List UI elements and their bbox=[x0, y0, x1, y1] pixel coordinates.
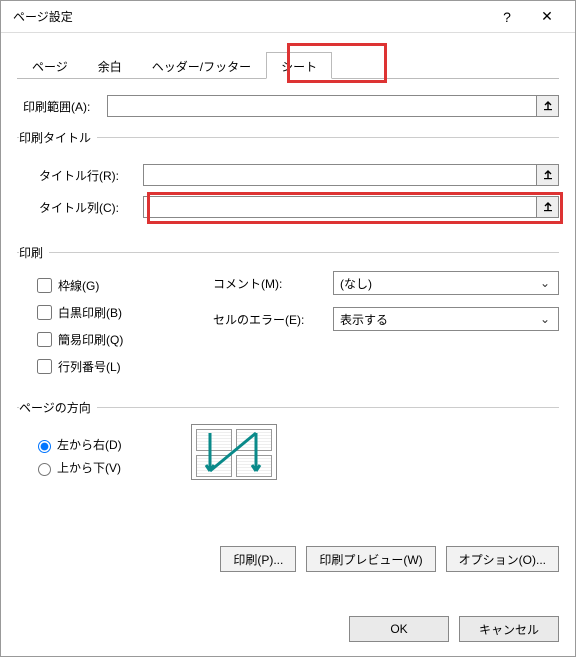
print-button[interactable]: 印刷(P)... bbox=[220, 546, 296, 572]
page-order-group: ページの方向 左から右(D) 上から下(V) bbox=[17, 399, 559, 486]
tab-sheet[interactable]: シート bbox=[266, 52, 332, 79]
print-preview-button[interactable]: 印刷プレビュー(W) bbox=[306, 546, 435, 572]
title-rows-picker-button[interactable] bbox=[537, 164, 559, 186]
dialog-content: ページ 余白 ヘッダー/フッター シート 印刷範囲(A): 印刷タイトル タイト… bbox=[1, 33, 575, 584]
tab-strip: ページ 余白 ヘッダー/フッター シート bbox=[17, 51, 559, 79]
print-legend: 印刷 bbox=[19, 244, 49, 261]
page-order-preview-icon bbox=[191, 424, 277, 480]
close-button[interactable]: ✕ bbox=[527, 8, 567, 25]
comments-combo[interactable]: (なし) ⌄ bbox=[333, 271, 559, 295]
title-rows-input[interactable] bbox=[143, 164, 537, 186]
help-button[interactable]: ? bbox=[487, 9, 527, 25]
page-order-legend: ページの方向 bbox=[19, 399, 97, 416]
cancel-button[interactable]: キャンセル bbox=[459, 616, 559, 642]
print-area-label: 印刷範囲(A): bbox=[17, 98, 107, 115]
print-area-picker-button[interactable] bbox=[537, 95, 559, 117]
rowcol-checkbox[interactable] bbox=[37, 359, 52, 374]
comments-label: コメント(M): bbox=[213, 275, 333, 292]
gridlines-checkbox[interactable] bbox=[37, 278, 52, 293]
draft-checkbox[interactable] bbox=[37, 332, 52, 347]
title-cols-input[interactable] bbox=[143, 196, 537, 218]
tab-margin[interactable]: 余白 bbox=[83, 52, 137, 79]
ltr-label: 左から右(D) bbox=[57, 436, 122, 453]
title-cols-label: タイトル列(C): bbox=[33, 199, 143, 216]
titlebar: ページ設定 ? ✕ bbox=[1, 1, 575, 33]
print-group: 印刷 枠線(G) 白黒印刷(B) 簡易印刷(Q) 行列番号(L) コメント(M)… bbox=[17, 244, 559, 387]
tab-header-footer[interactable]: ヘッダー/フッター bbox=[137, 52, 266, 79]
bw-label: 白黒印刷(B) bbox=[58, 304, 122, 321]
options-button[interactable]: オプション(O)... bbox=[446, 546, 559, 572]
errors-label: セルのエラー(E): bbox=[213, 311, 333, 328]
ttb-radio[interactable] bbox=[38, 463, 51, 476]
ttb-label: 上から下(V) bbox=[57, 459, 121, 476]
ok-button[interactable]: OK bbox=[349, 616, 449, 642]
gridlines-label: 枠線(G) bbox=[58, 277, 99, 294]
chevron-down-icon: ⌄ bbox=[538, 312, 552, 326]
print-titles-group: 印刷タイトル タイトル行(R): タイトル列(C): bbox=[17, 129, 559, 232]
errors-combo[interactable]: 表示する ⌄ bbox=[333, 307, 559, 331]
page-setup-dialog: ページ設定 ? ✕ ページ 余白 ヘッダー/フッター シート 印刷範囲(A): … bbox=[0, 0, 576, 657]
print-area-input[interactable] bbox=[107, 95, 537, 117]
rowcol-label: 行列番号(L) bbox=[58, 358, 121, 375]
tab-page[interactable]: ページ bbox=[17, 52, 83, 79]
dialog-footer: OK キャンセル bbox=[349, 616, 559, 642]
print-titles-legend: 印刷タイトル bbox=[19, 129, 97, 146]
draft-label: 簡易印刷(Q) bbox=[58, 331, 123, 348]
title-rows-label: タイトル行(R): bbox=[33, 167, 143, 184]
errors-value: 表示する bbox=[340, 311, 388, 328]
bw-checkbox[interactable] bbox=[37, 305, 52, 320]
chevron-down-icon: ⌄ bbox=[538, 276, 552, 290]
title-cols-picker-button[interactable] bbox=[537, 196, 559, 218]
comments-value: (なし) bbox=[340, 275, 372, 292]
window-title: ページ設定 bbox=[9, 8, 487, 25]
ltr-radio[interactable] bbox=[38, 440, 51, 453]
